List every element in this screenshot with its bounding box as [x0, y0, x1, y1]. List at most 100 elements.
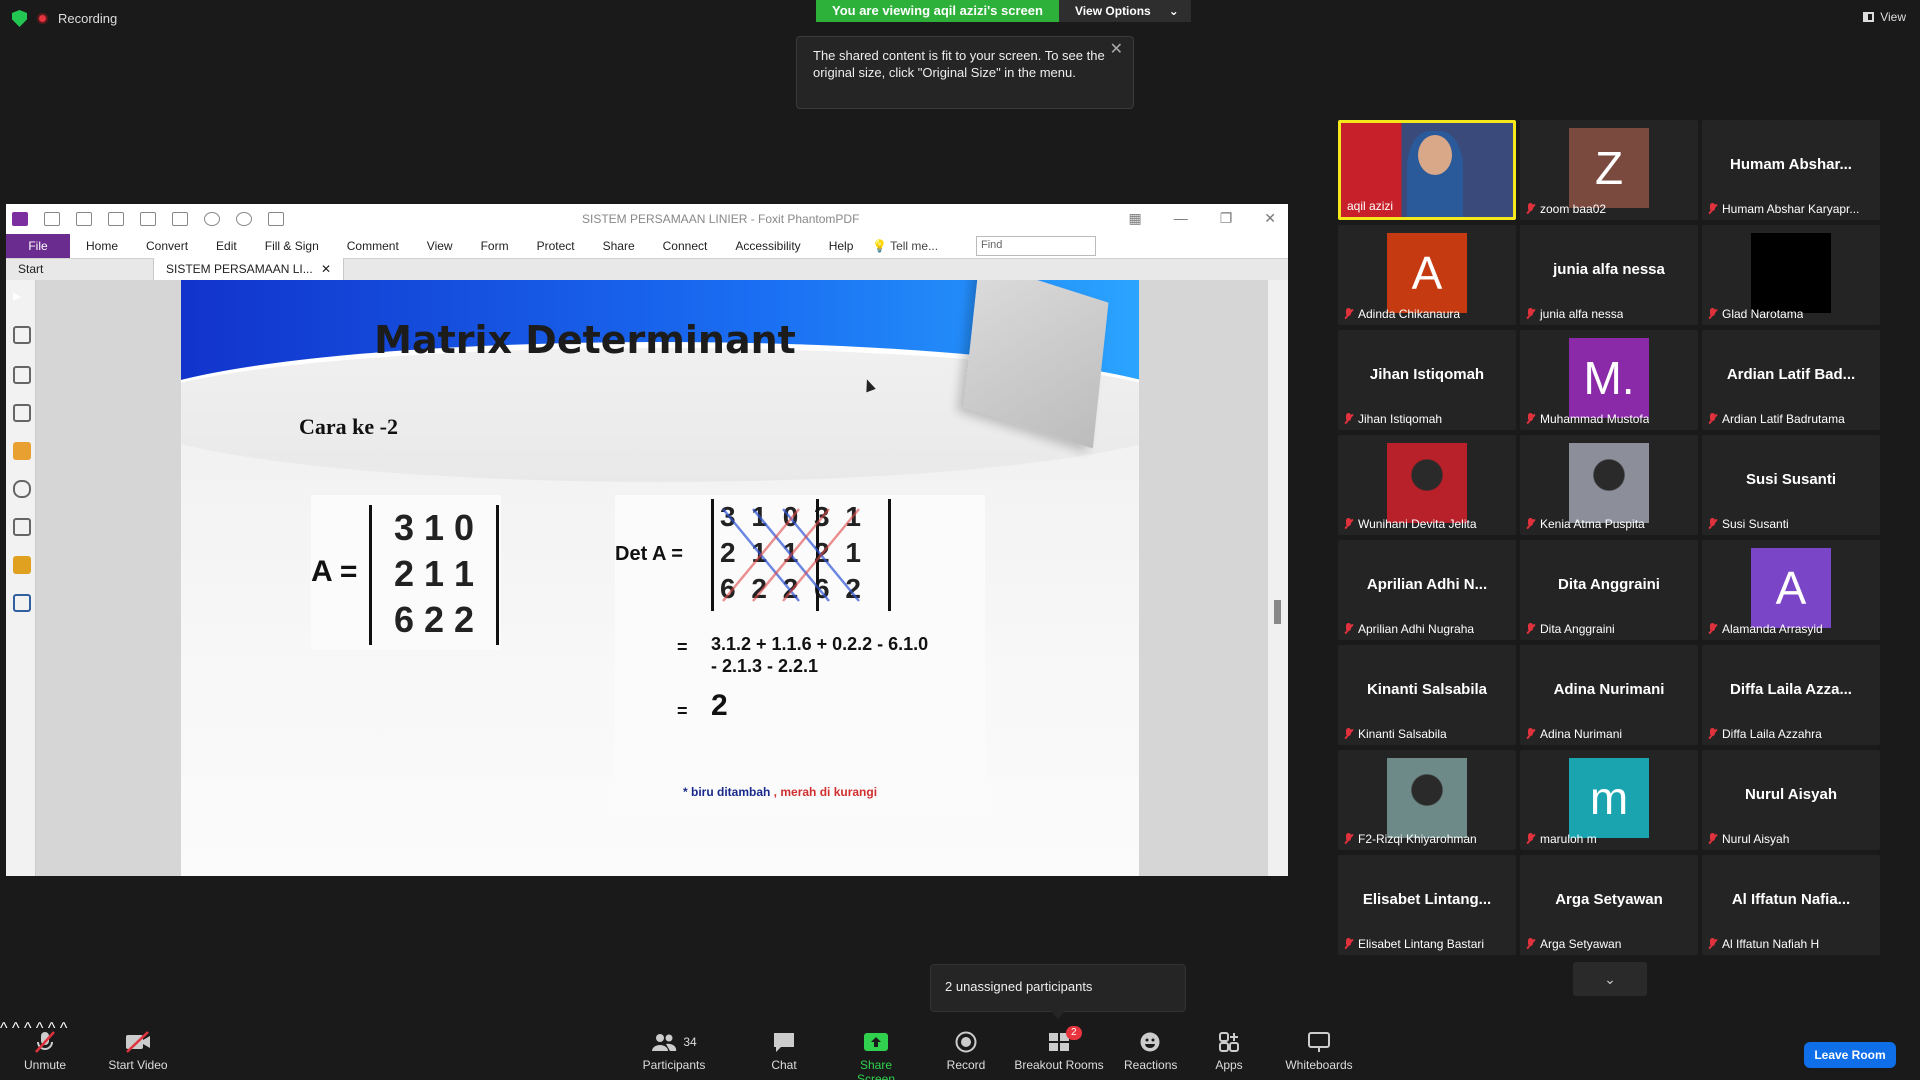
participant-tile[interactable]: A Alamanda Arrasyid — [1702, 540, 1880, 640]
record-icon — [955, 1031, 977, 1053]
signature-icon[interactable] — [13, 518, 31, 536]
expansion-line: 3.1.2 + 1.1.6 + 0.2.2 - 6.1.0 — [711, 634, 929, 654]
bookmark-icon[interactable] — [13, 326, 31, 344]
participant-tile[interactable]: Diffa Laila Azza... Diffa Laila Azzahra — [1702, 645, 1880, 745]
redo-icon[interactable] — [236, 212, 252, 226]
lock-icon[interactable] — [13, 556, 31, 574]
scroll-thumb[interactable] — [1274, 600, 1281, 624]
muted-mic-icon — [1526, 833, 1535, 845]
audio-options-caret[interactable]: ^ — [0, 1020, 8, 1037]
participant-tile[interactable]: junia alfa nessa junia alfa nessa — [1520, 225, 1698, 325]
view-button[interactable]: View — [1863, 10, 1906, 24]
security-shield-icon[interactable] — [12, 10, 27, 27]
document-scrollbar[interactable] — [1268, 280, 1288, 876]
menu-file[interactable]: File — [6, 234, 70, 258]
participant-tile[interactable]: Al Iffatun Nafia... Al Iffatun Nafiah H — [1702, 855, 1880, 955]
breakout-rooms-button[interactable]: 2 Breakout Rooms — [1014, 1026, 1104, 1072]
whiteboards-button[interactable]: Whiteboards — [1282, 1030, 1356, 1072]
participant-tile[interactable]: Glad Narotama — [1702, 225, 1880, 325]
chat-button[interactable]: Chat — [764, 1030, 804, 1072]
menu-share[interactable]: Share — [603, 239, 635, 253]
menu-protect[interactable]: Protect — [537, 239, 575, 253]
participant-tile[interactable]: m maruloh m — [1520, 750, 1698, 850]
participant-tile[interactable]: Zzoom baa02 — [1520, 120, 1698, 220]
apps-button[interactable]: Apps — [1212, 1030, 1246, 1072]
participant-name-label: Muhammad Mustofa — [1526, 412, 1649, 426]
save-icon[interactable] — [76, 212, 92, 226]
participant-tile[interactable]: Dita Anggraini Dita Anggraini — [1520, 540, 1698, 640]
menu-convert[interactable]: Convert — [146, 239, 188, 253]
participant-tile[interactable]: Kinanti Salsabila Kinanti Salsabila — [1338, 645, 1516, 745]
participant-tile[interactable]: Arga Setyawan Arga Setyawan — [1520, 855, 1698, 955]
participant-name-label: Wunihani Devita Jelita — [1344, 517, 1477, 531]
foxit-sidebar: ▸ — [6, 280, 36, 876]
comments-icon[interactable] — [13, 442, 31, 460]
start-video-button[interactable]: Start Video — [106, 1030, 170, 1072]
email-icon[interactable] — [140, 212, 156, 226]
menu-accessibility[interactable]: Accessibility — [735, 239, 800, 253]
reactions-label: Reactions — [1124, 1058, 1178, 1072]
expand-icon[interactable]: ▸ — [13, 286, 31, 305]
participant-tile[interactable]: Ardian Latif Bad... Ardian Latif Badrutam… — [1702, 330, 1880, 430]
participant-name: Ardian Latif Badrutama — [1722, 412, 1845, 426]
hand-tool-icon[interactable] — [268, 212, 284, 226]
expansion-text: 3.1.2 + 1.1.6 + 0.2.2 - 6.1.0- 2.1.3 - 2… — [711, 633, 928, 677]
tell-me-field[interactable]: 💡 Tell me... — [872, 239, 938, 253]
close-window-icon[interactable]: ✕ — [1264, 210, 1276, 227]
menu-form[interactable]: Form — [481, 239, 509, 253]
restore-icon[interactable]: ❐ — [1220, 210, 1233, 227]
menu-help[interactable]: Help — [829, 239, 854, 253]
tab-start[interactable]: Start — [6, 258, 154, 280]
tab-document[interactable]: SISTEM PERSAMAAN LI... ✕ — [154, 258, 344, 280]
participant-tile[interactable]: A Adinda Chikanaura — [1338, 225, 1516, 325]
share-screen-button[interactable]: Share Screen — [840, 1030, 912, 1080]
note-blue: * biru ditambah — [683, 785, 771, 799]
participant-tile[interactable]: Adina Nurimani Adina Nurimani — [1520, 645, 1698, 745]
menu-connect[interactable]: Connect — [663, 239, 708, 253]
muted-mic-icon — [1708, 518, 1717, 530]
close-icon[interactable]: ✕ — [1110, 41, 1123, 58]
participants-button[interactable]: 34 Participants — [640, 1030, 708, 1072]
pages-icon[interactable] — [13, 366, 31, 384]
menu-view[interactable]: View — [427, 239, 453, 253]
video-options-caret[interactable]: ^ — [12, 1020, 20, 1037]
record-button[interactable]: Record — [944, 1030, 988, 1072]
print-icon[interactable] — [108, 212, 124, 226]
view-options-button[interactable]: View Options ⌄ — [1058, 0, 1191, 22]
participant-tile[interactable]: F2-Rizqi Khiyarohman — [1338, 750, 1516, 850]
participant-tile[interactable]: Kenia Atma Puspita — [1520, 435, 1698, 535]
grid-view-icon[interactable]: ▦ — [1128, 210, 1141, 227]
undo-icon[interactable] — [204, 212, 220, 226]
menu-home[interactable]: Home — [86, 239, 118, 253]
leave-room-button[interactable]: Leave Room — [1804, 1042, 1896, 1068]
unmute-button[interactable]: Unmute — [20, 1030, 70, 1072]
unassigned-participants-popup[interactable]: 2 unassigned participants — [930, 964, 1186, 1019]
participant-tile[interactable]: Elisabet Lintang... Elisabet Lintang Bast… — [1338, 855, 1516, 955]
search-tool-icon[interactable] — [13, 594, 31, 612]
reactions-button[interactable]: Reactions — [1124, 1030, 1178, 1072]
menu-comment[interactable]: Comment — [347, 239, 399, 253]
menu-edit[interactable]: Edit — [216, 239, 237, 253]
next-page-button[interactable]: ⌄ — [1573, 962, 1647, 996]
recording-indicator[interactable]: Recording — [12, 10, 117, 27]
participant-tile[interactable]: aqil azizi — [1338, 120, 1516, 220]
minimize-icon[interactable]: — — [1174, 210, 1188, 227]
participant-tile[interactable]: Jihan Istiqomah Jihan Istiqomah — [1338, 330, 1516, 430]
tell-me-label: Tell me... — [890, 239, 939, 253]
chat-icon — [774, 1033, 794, 1052]
close-tab-icon[interactable]: ✕ — [321, 262, 331, 276]
participant-tile[interactable]: Humam Abshar... Humam Abshar Karyapr... — [1702, 120, 1880, 220]
menu-fill-sign[interactable]: Fill & Sign — [265, 239, 319, 253]
participant-name: Adina Nurimani — [1540, 727, 1623, 741]
new-icon[interactable] — [172, 212, 188, 226]
participant-tile[interactable]: Wunihani Devita Jelita — [1338, 435, 1516, 535]
layers-icon[interactable] — [13, 404, 31, 422]
participant-tile[interactable]: Aprilian Adhi N... Aprilian Adhi Nugraha — [1338, 540, 1516, 640]
participant-name-label: Elisabet Lintang Bastari — [1344, 937, 1484, 951]
participant-tile[interactable]: Susi Susanti Susi Susanti — [1702, 435, 1880, 535]
participant-tile[interactable]: Nurul Aisyah Nurul Aisyah — [1702, 750, 1880, 850]
open-icon[interactable] — [44, 212, 60, 226]
attachment-icon[interactable] — [13, 480, 31, 498]
participant-tile[interactable]: M. Muhammad Mustofa — [1520, 330, 1698, 430]
find-input[interactable]: Find — [976, 236, 1096, 256]
